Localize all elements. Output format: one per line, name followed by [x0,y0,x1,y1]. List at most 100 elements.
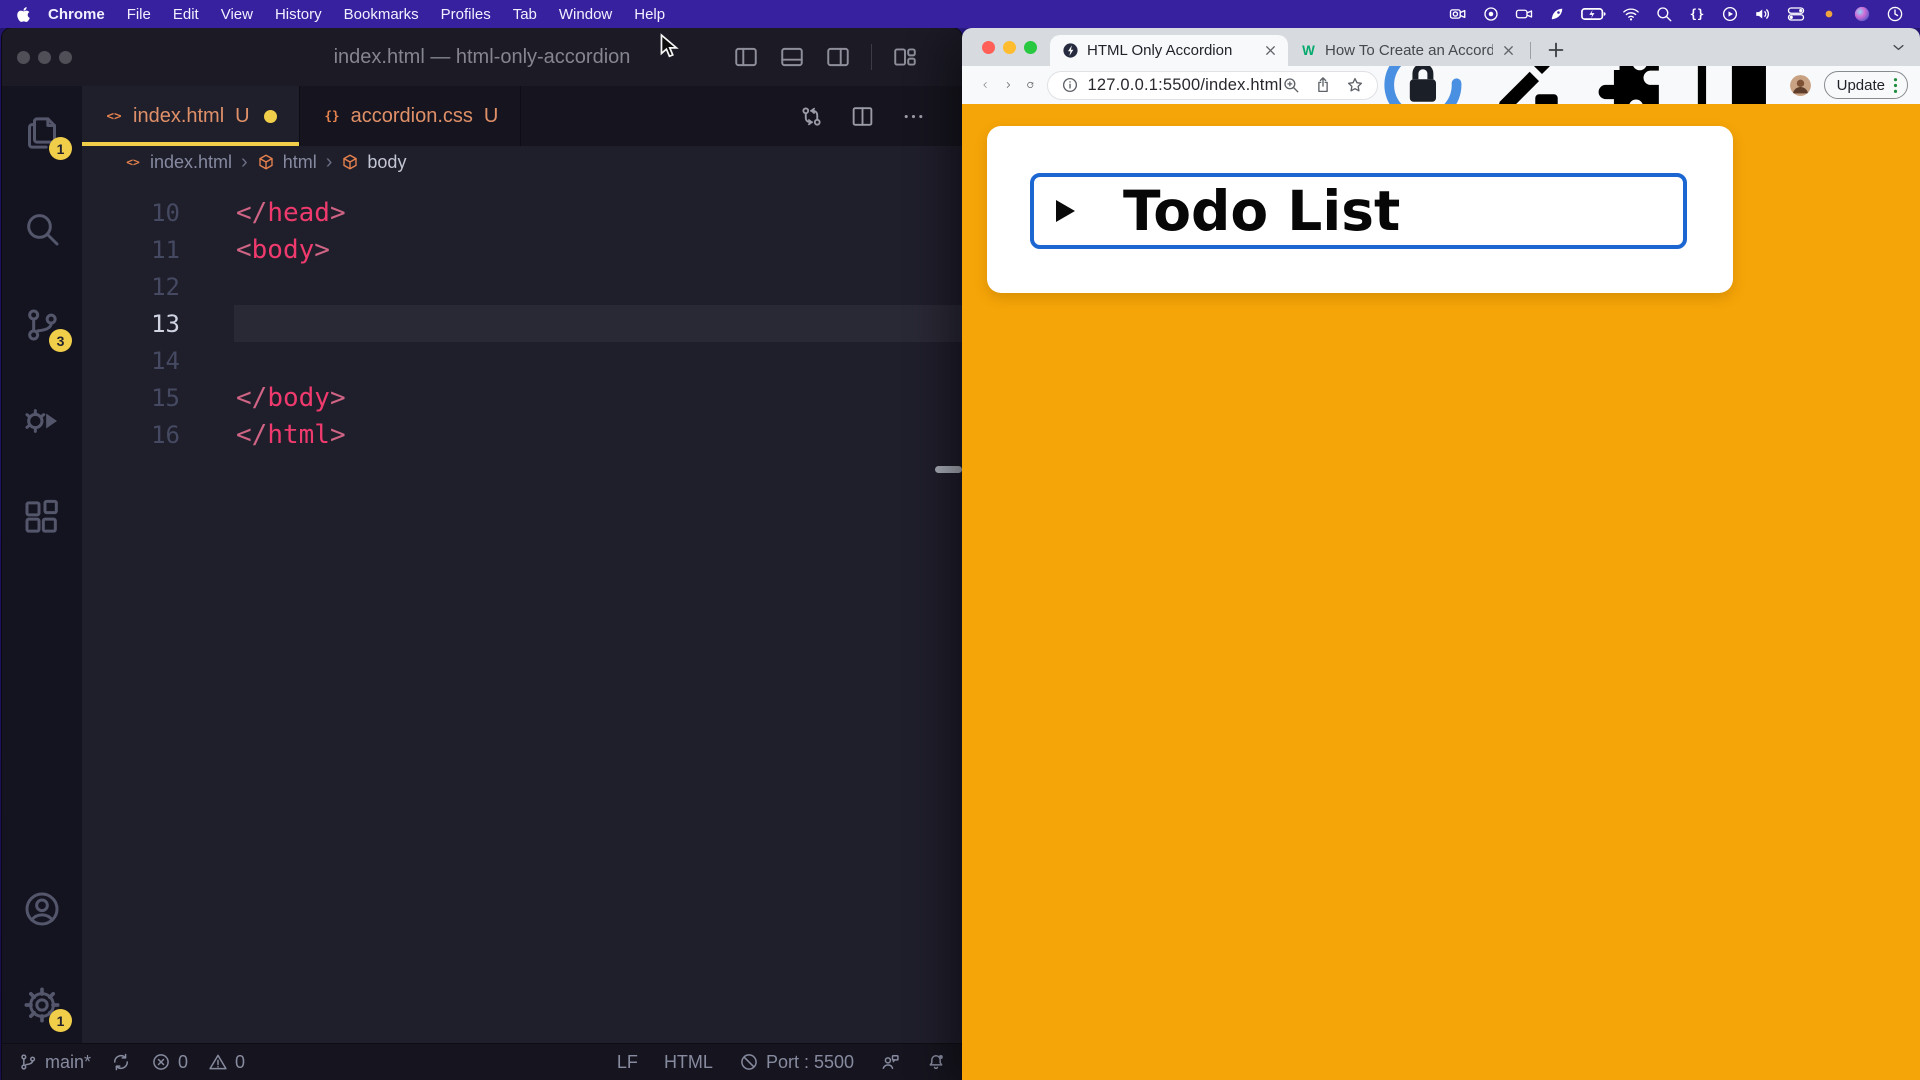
minimize-window-button[interactable] [38,51,51,64]
tab-label: index.html [133,105,224,128]
activity-bar: 13 1 [2,86,82,1043]
profile-avatar[interactable] [1790,75,1811,96]
share-icon[interactable] [1314,76,1332,94]
play-circle-icon[interactable] [1721,5,1739,23]
modified-dot-icon[interactable] [264,110,277,123]
braces-icon[interactable]: {} [1688,5,1706,23]
forward-button[interactable] [1004,74,1013,96]
accordion-summary[interactable]: Todo List [1030,173,1687,249]
menubar-item-view[interactable]: View [210,6,264,23]
menubar-item-chrome[interactable]: Chrome [37,6,116,23]
status-dot-icon[interactable] [1820,5,1838,23]
status-item-0[interactable]: 0 [208,1052,245,1073]
vscode-window-controls[interactable] [2,51,72,64]
status-item[interactable] [111,1052,131,1072]
chrome-window-controls[interactable] [982,41,1037,54]
layout-sidebar-right-icon[interactable] [825,44,851,70]
svg-text:{}: {} [1690,7,1704,21]
menubar-item-window[interactable]: Window [548,6,623,23]
more-actions-icon[interactable] [901,104,926,129]
run-debug-icon [22,401,62,441]
line-content: <body> [180,235,330,265]
code-line[interactable]: 14 [82,342,962,379]
search-icon[interactable] [1655,5,1673,23]
svg-text:<>: <> [106,108,121,123]
new-tab-button[interactable] [1545,39,1567,61]
menubar-item-file[interactable]: File [116,6,162,23]
clock-icon[interactable] [1886,5,1904,23]
activity-item-explorer[interactable]: 1 [19,110,65,156]
close-window-button[interactable] [17,51,30,64]
tab-search-button[interactable] [1891,40,1906,55]
layout-custom-icon[interactable] [892,44,918,70]
camera-icon[interactable] [1515,5,1533,23]
menubar-item-help[interactable]: Help [623,6,676,23]
menubar-item-profiles[interactable]: Profiles [430,6,502,23]
vscode-titlebar[interactable]: index.html — html-only-accordion [2,28,962,86]
star-icon[interactable] [1346,76,1364,94]
chrome-toolbar: 127.0.0.1:5500/index.html Update [962,66,1920,104]
activity-item-settings-gear[interactable]: 1 [19,982,65,1028]
zoom-window-button[interactable] [1024,41,1037,54]
status-item[interactable] [926,1052,946,1072]
split-editor-icon[interactable] [850,104,875,129]
breadcrumb-item-index.html[interactable]: <>index.html [124,152,232,173]
battery-icon[interactable] [1581,5,1607,23]
minimize-window-button[interactable] [1003,41,1016,54]
code-line[interactable]: 11<body> [82,231,962,268]
close-icon[interactable] [1501,43,1516,58]
code-editor[interactable]: 10</head>11<body>12131415</body>16</html… [82,178,962,1043]
chrome-tab[interactable]: HTML Only Accordion [1050,35,1288,66]
close-window-button[interactable] [982,41,995,54]
resize-handle[interactable] [935,466,962,473]
menubar-item-tab[interactable]: Tab [502,6,548,23]
editor-tab-index.html[interactable]: <>index.htmlU [82,86,300,146]
reload-button[interactable] [1026,74,1035,96]
activity-item-run-debug[interactable] [19,398,65,444]
code-line[interactable]: 16</html> [82,416,962,453]
code-line[interactable]: 12 [82,268,962,305]
activity-item-search[interactable] [19,206,65,252]
breadcrumb-item-body[interactable]: body [341,152,406,173]
control-center-icon[interactable] [1787,5,1805,23]
status-item-port-5500[interactable]: Port : 5500 [739,1052,854,1073]
back-button[interactable] [981,74,990,96]
editor-tab-accordion.css[interactable]: {}accordion.cssU [300,86,522,146]
compare-changes-icon[interactable] [799,104,824,129]
code-line[interactable]: 13 [82,305,962,342]
status-item-0[interactable]: 0 [151,1052,188,1073]
rocket-icon[interactable] [1548,5,1566,23]
status-item-main-[interactable]: main* [18,1052,91,1073]
chrome-tab[interactable]: WHow To Create an Accordion [1288,35,1526,66]
zoom-window-button[interactable] [59,51,72,64]
url-text[interactable]: 127.0.0.1:5500/index.html [1088,76,1283,95]
menubar-item-bookmarks[interactable]: Bookmarks [333,6,430,23]
site-info-icon[interactable] [1061,76,1079,94]
update-button[interactable]: Update [1824,71,1908,99]
status-item[interactable] [880,1052,900,1072]
video-camera-icon[interactable] [1449,5,1467,23]
activity-item-source-control[interactable]: 3 [19,302,65,348]
address-bar[interactable]: 127.0.0.1:5500/index.html [1047,71,1379,100]
breadcrumb-item-html[interactable]: html [257,152,317,173]
siri-icon[interactable] [1853,5,1871,23]
activity-item-account[interactable] [19,886,65,932]
status-item-lf[interactable]: LF [617,1052,638,1073]
status-item-html[interactable]: HTML [664,1052,713,1073]
update-dots-icon [1893,77,1898,94]
volume-icon[interactable] [1754,5,1772,23]
layout-panel-icon[interactable] [779,44,805,70]
close-icon[interactable] [1263,43,1278,58]
menubar-item-edit[interactable]: Edit [162,6,210,23]
record-icon[interactable] [1482,5,1500,23]
activity-item-extensions[interactable] [19,494,65,540]
code-line[interactable]: 10</head> [82,194,962,231]
code-line[interactable]: 15</body> [82,379,962,416]
activity-top: 13 [19,110,65,590]
menubar-item-history[interactable]: History [264,6,333,23]
apple-menu-icon[interactable] [16,6,31,23]
wifi-icon[interactable] [1622,5,1640,23]
zoom-in-icon[interactable] [1282,76,1300,94]
layout-sidebar-left-icon[interactable] [733,44,759,70]
omnibox-actions [1282,76,1364,94]
